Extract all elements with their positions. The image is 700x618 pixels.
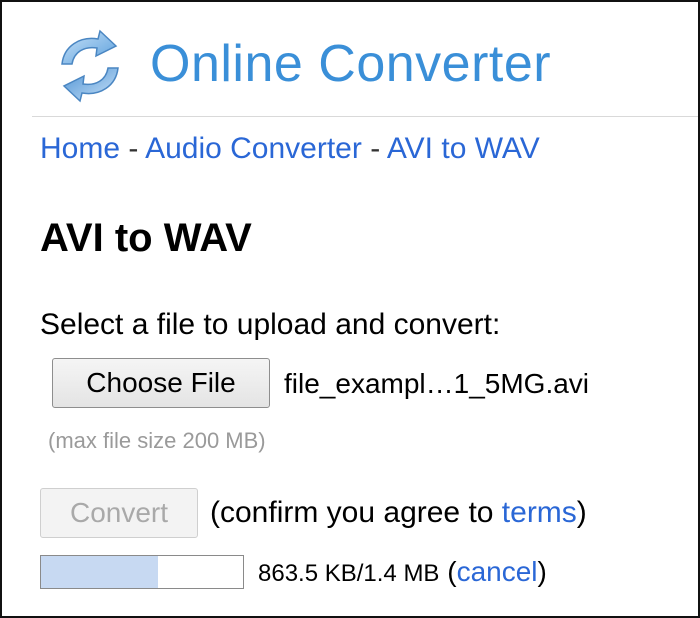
upload-progress-fill (41, 556, 159, 588)
page-title: AVI to WAV (40, 216, 252, 260)
choose-file-button[interactable]: Choose File (52, 358, 270, 408)
page-frame: Online Converter Home - Audio Converter … (0, 0, 700, 618)
convert-button[interactable]: Convert (40, 488, 198, 538)
terms-confirmation-suffix: ) (576, 496, 587, 529)
breadcrumb-separator: - (370, 132, 381, 165)
terms-confirmation: (confirm you agree to terms) (210, 496, 587, 530)
refresh-arrows-icon (61, 29, 119, 103)
breadcrumb-audio-converter-link[interactable]: Audio Converter (145, 132, 362, 165)
cancel-open-paren: ( (447, 556, 457, 587)
terms-confirmation-prefix: (confirm you agree to (210, 496, 502, 529)
max-file-size-note: (max file size 200 MB) (48, 428, 266, 453)
site-title[interactable]: Online Converter (150, 34, 551, 94)
upload-progress-status: 863.5 KB/1.4 MB (cancel) (258, 556, 547, 588)
site-header: Online Converter (32, 20, 698, 117)
upload-instructions: Select a file to upload and convert: (40, 308, 501, 341)
breadcrumb-home-link[interactable]: Home (40, 132, 120, 165)
cancel-close-paren: ) (537, 556, 547, 587)
breadcrumb: Home - Audio Converter - AVI to WAV (40, 132, 540, 166)
upload-progress-bar (40, 555, 244, 589)
breadcrumb-separator: - (128, 132, 139, 165)
cancel-upload-link[interactable]: cancel (457, 556, 538, 587)
breadcrumb-current-link[interactable]: AVI to WAV (387, 132, 540, 165)
upload-progress-size: 863.5 KB/1.4 MB (258, 560, 440, 587)
selected-file-name: file_exampl…1_5MG.avi (284, 368, 590, 399)
terms-link[interactable]: terms (502, 496, 577, 529)
